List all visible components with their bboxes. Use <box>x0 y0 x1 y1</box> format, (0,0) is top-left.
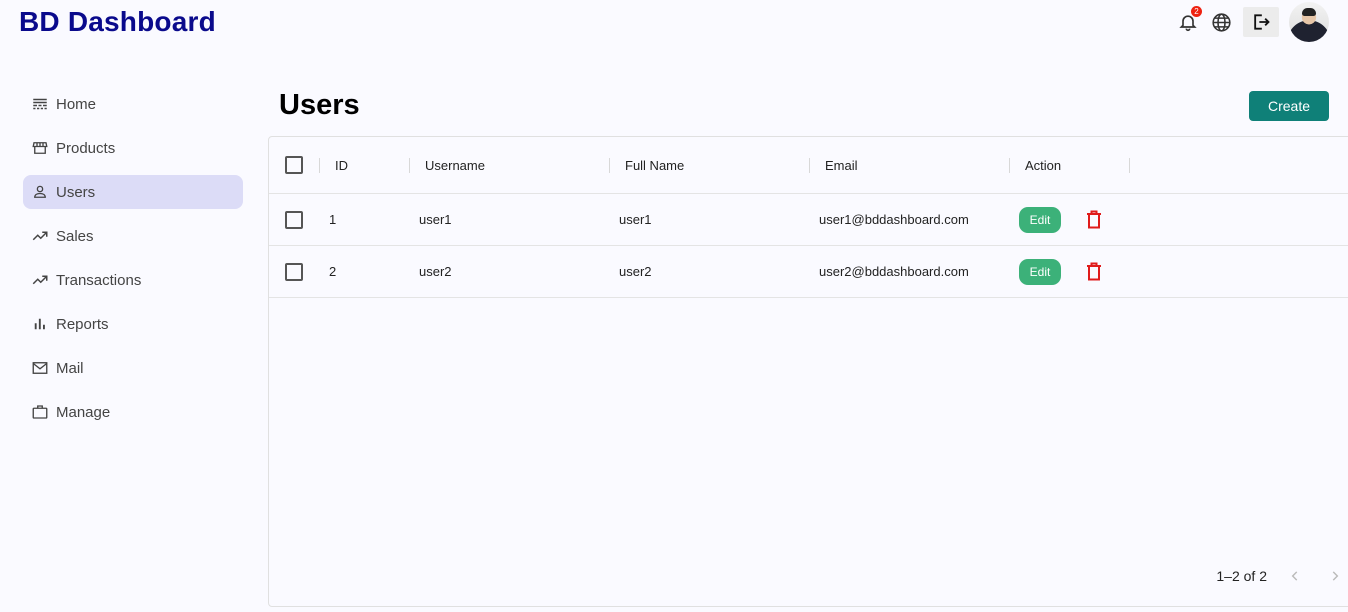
sidebar-item-label: Home <box>56 95 97 113</box>
next-page-button[interactable] <box>1323 564 1347 588</box>
sidebar-item-home[interactable]: Home <box>23 87 243 121</box>
table-row[interactable]: 2 user2 user2 user2@bddashboard.com Edit <box>269 246 1348 298</box>
table-header-row: ID Username Full Name Email Action <box>269 137 1348 194</box>
sidebar-item-mail[interactable]: Mail <box>23 351 243 385</box>
row-checkbox[interactable] <box>285 210 303 229</box>
sidebar-item-label: Products <box>56 139 116 157</box>
chevron-left-icon <box>1291 571 1298 581</box>
delete-button[interactable] <box>1085 262 1103 282</box>
select-all-checkbox[interactable] <box>285 156 303 174</box>
edit-button[interactable]: Edit <box>1019 258 1061 285</box>
language-button[interactable] <box>1210 11 1232 33</box>
create-button[interactable]: Create <box>1249 91 1329 121</box>
column-separator <box>1009 158 1010 173</box>
sidebar-item-label: Mail <box>56 359 84 377</box>
trending-up-icon <box>31 271 49 289</box>
cell-id: 2 <box>329 264 337 279</box>
sidebar-item-label: Users <box>56 183 96 201</box>
store-icon <box>31 139 49 157</box>
globe-icon <box>1211 12 1231 32</box>
row-checkbox[interactable] <box>285 262 303 281</box>
cell-username: user2 <box>419 264 452 279</box>
logout-button[interactable] <box>1243 7 1279 37</box>
briefcase-icon <box>31 403 49 421</box>
bar-chart-icon <box>31 315 49 333</box>
sidebar-item-users[interactable]: Users <box>23 175 243 209</box>
column-separator <box>409 158 410 173</box>
cell-full-name: user1 <box>619 212 652 227</box>
person-icon <box>31 183 49 201</box>
notification-badge: 2 <box>1191 6 1202 17</box>
cell-email: user1@bddashboard.com <box>819 212 969 227</box>
page-title: Users <box>279 89 360 121</box>
app-title: BD Dashboard <box>19 6 216 37</box>
sidebar-item-manage[interactable]: Manage <box>23 395 243 429</box>
table-row[interactable]: 1 user1 user1 user1@bddashboard.com Edit <box>269 194 1348 246</box>
cell-full-name: user2 <box>619 264 652 279</box>
pagination: 1–2 of 2 <box>1216 564 1347 588</box>
column-separator <box>609 158 610 173</box>
column-header-username[interactable]: Username <box>425 137 485 193</box>
column-separator <box>1129 158 1130 173</box>
logout-icon <box>1254 14 1270 30</box>
column-header-id[interactable]: ID <box>335 137 348 193</box>
trash-icon <box>1087 262 1101 281</box>
chevron-right-icon <box>1332 571 1339 581</box>
sidebar: Home Products Users Sales Transactions R… <box>23 87 243 439</box>
edit-button[interactable]: Edit <box>1019 206 1061 233</box>
home-icon <box>31 95 49 113</box>
column-header-email[interactable]: Email <box>825 137 858 193</box>
column-header-action: Action <box>1025 157 1062 173</box>
sidebar-item-label: Manage <box>56 403 111 421</box>
trending-up-icon <box>31 227 49 245</box>
sidebar-item-label: Reports <box>56 315 109 333</box>
delete-button[interactable] <box>1085 210 1103 230</box>
sidebar-item-label: Transactions <box>56 271 142 289</box>
column-separator <box>319 158 320 173</box>
cell-id: 1 <box>329 212 337 227</box>
pagination-label: 1–2 of 2 <box>1216 568 1267 584</box>
column-header-full-name[interactable]: Full Name <box>625 137 684 193</box>
sidebar-item-label: Sales <box>56 227 94 245</box>
column-separator <box>809 158 810 173</box>
previous-page-button[interactable] <box>1283 564 1307 588</box>
sidebar-item-reports[interactable]: Reports <box>23 307 243 341</box>
users-table: ID Username Full Name Email Action 1 use… <box>268 136 1348 607</box>
sidebar-item-transactions[interactable]: Transactions <box>23 263 243 297</box>
sidebar-item-sales[interactable]: Sales <box>23 219 243 253</box>
trash-icon <box>1087 210 1101 229</box>
sidebar-item-products[interactable]: Products <box>23 131 243 165</box>
cell-username: user1 <box>419 212 452 227</box>
mail-icon <box>31 359 49 377</box>
notifications-button[interactable]: 2 <box>1176 6 1202 34</box>
topbar-actions: 2 <box>1176 2 1329 42</box>
cell-email: user2@bddashboard.com <box>819 264 969 279</box>
avatar[interactable] <box>1289 2 1329 42</box>
